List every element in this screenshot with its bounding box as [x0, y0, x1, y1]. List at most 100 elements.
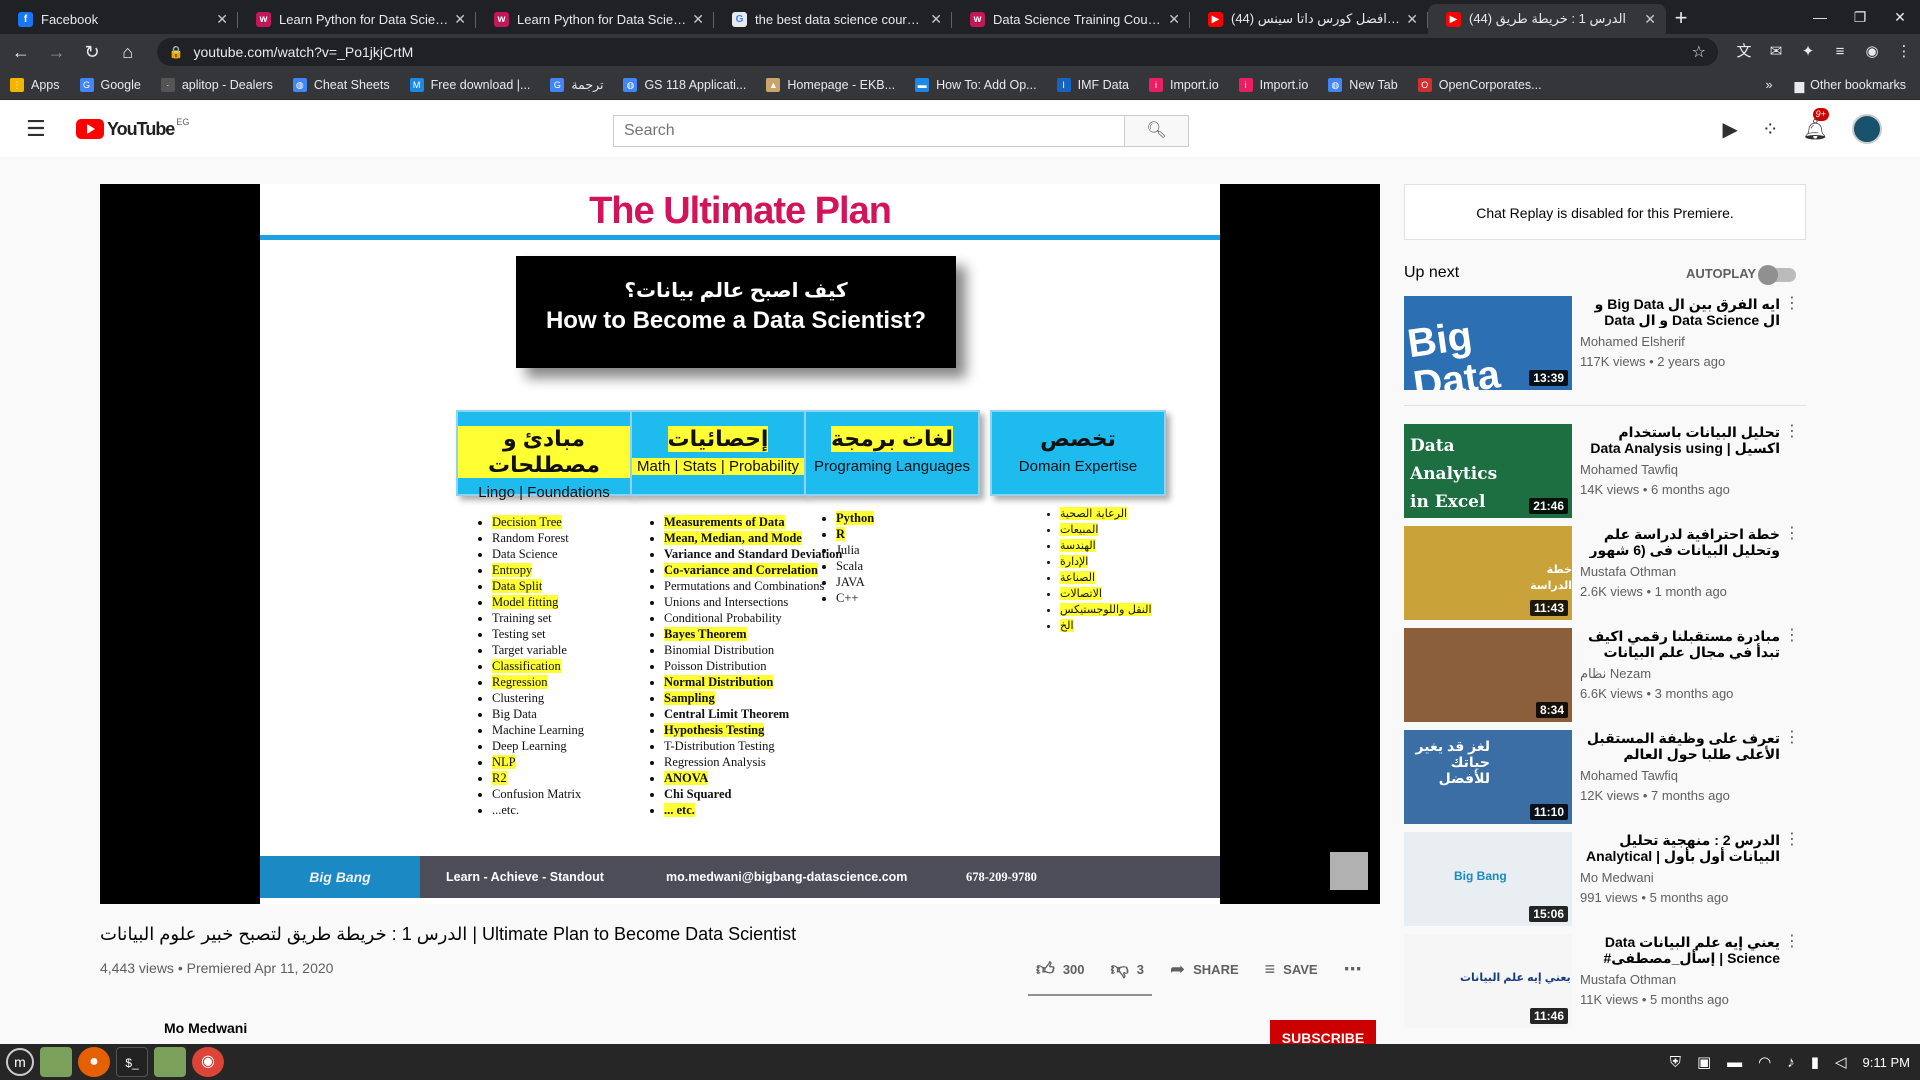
battery-icon[interactable]: ▮ — [1811, 1053, 1819, 1071]
hamburger-menu-icon[interactable]: ☰ — [26, 116, 50, 142]
more-options-icon[interactable]: ⋮ — [1784, 730, 1800, 746]
more-options-icon[interactable]: ⋮ — [1784, 424, 1800, 440]
bookmark-free-download[interactable]: M Free download |... — [409, 77, 530, 92]
browser-tab[interactable]: f Facebook ✕ — [0, 4, 238, 34]
chrome-icon[interactable]: ◉ — [192, 1047, 224, 1077]
menu-dots-icon[interactable]: ⋮ — [1890, 38, 1918, 66]
more-options-icon[interactable]: ⋮ — [1784, 628, 1800, 644]
create-video-icon[interactable]: ▶ — [1722, 117, 1737, 142]
wifi-icon[interactable]: ◠ — [1758, 1053, 1771, 1071]
search-input[interactable] — [614, 116, 1124, 146]
share-button[interactable]: ➦ SHARE — [1170, 959, 1239, 980]
bookmark-cheat-sheets[interactable]: ◍ Cheat Sheets — [292, 77, 390, 92]
close-tab-icon[interactable]: ✕ — [216, 11, 228, 28]
video-thumbnail[interactable]: لغز قد يغير حياتك للأفضل 11:10 — [1404, 730, 1572, 824]
clock[interactable]: 9:11 PM — [1863, 1055, 1910, 1070]
notifications-bell-icon[interactable]: 🔔︎ 9+ — [1803, 107, 1829, 142]
playlist-icon[interactable]: ≡ — [1826, 38, 1854, 66]
forward-arrow-icon[interactable]: → — [42, 37, 72, 67]
recommended-video[interactable]: Big Data 13:39 ايه الفرق بين ال Big Data … — [1404, 296, 1804, 392]
youtube-logo[interactable]: YouTube EG — [76, 117, 189, 140]
video-thumbnail[interactable]: خطة الدراسة 11:43 — [1404, 526, 1572, 620]
new-tab-button[interactable]: + — [1666, 4, 1696, 34]
close-window-icon[interactable]: ✕ — [1880, 0, 1920, 34]
close-tab-icon[interactable]: ✕ — [930, 11, 942, 28]
recommended-video[interactable]: لغز قد يغير حياتك للأفضل 11:10 تعرف على و… — [1404, 730, 1804, 826]
bookmark-aplitop[interactable]: · aplitop - Dealers — [160, 77, 273, 92]
dislike-button[interactable]: 👎︎ 3 — [1111, 958, 1145, 980]
recommended-video[interactable]: خطة الدراسة 11:43 خطة احترافية لدراسة علم… — [1404, 526, 1804, 622]
close-tab-icon[interactable]: ✕ — [692, 11, 704, 28]
close-tab-icon[interactable]: ✕ — [454, 11, 466, 28]
minimize-icon[interactable]: — — [1800, 0, 1840, 34]
bookmark-gs118[interactable]: ◍ GS 118 Applicati... — [623, 77, 746, 92]
more-options-icon[interactable]: ⋮ — [1784, 832, 1800, 848]
url-text[interactable]: youtube.com/watch?v=_Po1jkjCrtM — [194, 44, 1692, 60]
music-icon[interactable]: ♪ — [1787, 1054, 1795, 1071]
reload-icon[interactable]: ↻ — [77, 37, 107, 67]
video-thumbnail[interactable]: Data Analytics in Excel 21:46 — [1404, 424, 1572, 518]
apps-grid-icon[interactable]: ⁘ — [1762, 117, 1779, 142]
shield-icon[interactable]: ⛨ — [1670, 1054, 1681, 1071]
autoplay-toggle[interactable] — [1758, 265, 1796, 285]
files-icon[interactable] — [40, 1047, 72, 1077]
bookmark-opencorporates[interactable]: O OpenCorporates... — [1417, 77, 1542, 92]
browser-tab[interactable]: w Learn Python for Data Science ✕ — [238, 4, 476, 34]
bookmark-translate[interactable]: G ترجمة — [550, 77, 603, 92]
more-options-icon[interactable]: ⋮ — [1784, 296, 1800, 312]
bookmark-how-to[interactable]: ▬ How To: Add Op... — [915, 77, 1037, 92]
mail-icon[interactable]: ✉ — [1762, 38, 1790, 66]
browser-tab[interactable]: w Learn Python for Data Science ✕ — [476, 4, 714, 34]
restore-icon[interactable]: ❐ — [1840, 0, 1880, 34]
more-options-icon[interactable]: ⋮ — [1784, 526, 1800, 542]
recommended-video[interactable]: Data Analytics in Excel 21:46 تحليل البيا… — [1404, 424, 1804, 520]
chevron-right-icon[interactable]: » — [1766, 78, 1773, 92]
recommended-video[interactable]: يعني إيه علم البيانات 11:46 يعني إيه علم … — [1404, 934, 1804, 1030]
close-tab-icon[interactable]: ✕ — [1644, 11, 1656, 28]
browser-tab[interactable]: Gthe best data science courses ✕ — [714, 4, 952, 34]
video-thumbnail[interactable]: Big Bang 15:06 — [1404, 832, 1572, 926]
firefox-icon[interactable]: ● — [78, 1047, 110, 1077]
profile-icon[interactable]: ◉ — [1858, 38, 1886, 66]
home-icon[interactable]: ⌂ — [113, 37, 143, 67]
volume-icon[interactable]: ◁ — [1835, 1053, 1847, 1071]
recommended-video[interactable]: Big Bang 15:06 الدرس 2 : منهجية تحليل الب… — [1404, 832, 1804, 928]
menu-icon[interactable]: m — [6, 1048, 34, 1076]
bookmark-new-tab[interactable]: ◍ New Tab — [1328, 77, 1398, 92]
bookmark-apps[interactable]: ⋮ Apps — [10, 77, 60, 92]
folder-icon[interactable] — [154, 1047, 186, 1077]
avatar[interactable] — [1852, 114, 1882, 144]
video-player[interactable]: The Ultimate Plan كيف اصبح عالم بيانات؟ … — [100, 184, 1380, 904]
close-tab-icon[interactable]: ✕ — [1406, 11, 1418, 28]
like-button[interactable]: 👍︎ 300 — [1036, 958, 1085, 980]
back-arrow-icon[interactable]: ← — [6, 37, 36, 67]
translate-icon[interactable]: 文 — [1730, 38, 1758, 66]
save-button[interactable]: ≡ SAVE — [1265, 959, 1318, 980]
recommended-video[interactable]: 8:34 مبادرة مستقبلنا رقمي اكيف تبدأ في م… — [1404, 628, 1804, 724]
bookmark-import-io[interactable]: i Import.io — [1238, 77, 1308, 92]
terminal-icon[interactable]: $_ — [116, 1047, 148, 1077]
video-thumbnail[interactable]: يعني إيه علم البيانات 11:46 — [1404, 934, 1572, 1028]
more-options-icon[interactable]: ⋮ — [1784, 934, 1800, 950]
browser-tab[interactable]: ▶(44) افضل كورس داتا سينس - e✕ — [1190, 4, 1428, 34]
puzzle-extension-icon[interactable]: ✦ — [1794, 38, 1822, 66]
search-icon[interactable]: 🔍︎ — [1124, 116, 1188, 146]
bookmark-imf-data[interactable]: I IMF Data — [1056, 77, 1129, 92]
browser-tab-active[interactable]: ▶ (44) الدرس 1 : خريطة طريق ✕ — [1428, 4, 1666, 34]
divider — [1404, 405, 1806, 406]
bookmark-import-io[interactable]: i Import.io — [1149, 77, 1219, 92]
browser-tab[interactable]: w Data Science Training Courses ✕ — [952, 4, 1190, 34]
bookmark-homepage-ekb[interactable]: ▲ Homepage - EKB... — [766, 77, 895, 92]
more-actions-icon[interactable]: ⋯ — [1344, 959, 1370, 980]
other-bookmarks[interactable]: » ▆ Other bookmarks — [1766, 70, 1906, 100]
channel-watermark[interactable] — [1330, 852, 1368, 890]
bookmark-star-icon[interactable]: ☆ — [1692, 42, 1706, 62]
clipboard-icon[interactable]: ▣ — [1697, 1053, 1711, 1071]
address-bar[interactable]: 🔒 youtube.com/watch?v=_Po1jkjCrtM ☆ — [156, 38, 1718, 66]
video-thumbnail[interactable]: 8:34 — [1404, 628, 1572, 722]
video-thumbnail[interactable]: Big Data 13:39 — [1404, 296, 1572, 390]
bookmark-google[interactable]: G Google — [79, 77, 141, 92]
channel-name[interactable]: Mo Medwani — [164, 1020, 247, 1036]
keyboard-layout-icon[interactable]: ▬ — [1727, 1054, 1742, 1071]
close-tab-icon[interactable]: ✕ — [1168, 11, 1180, 28]
